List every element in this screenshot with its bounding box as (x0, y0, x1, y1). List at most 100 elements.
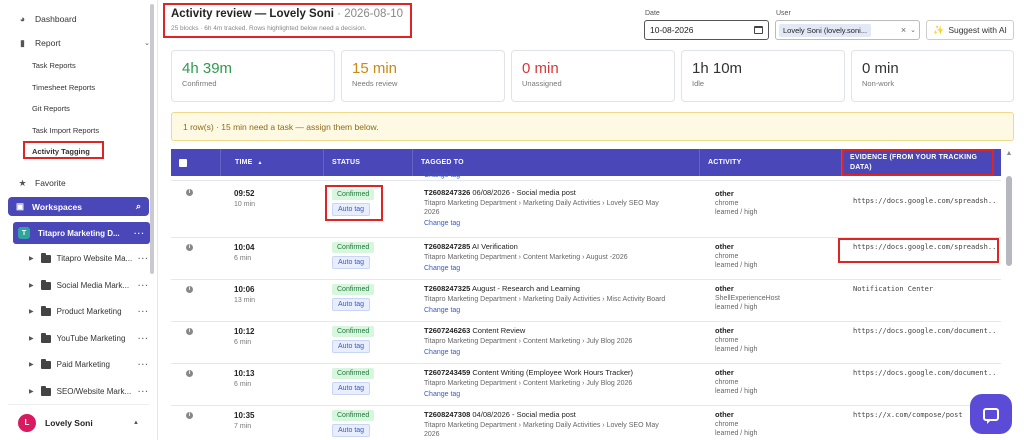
evidence-text: https://docs.google.com/spreadsh... (853, 197, 998, 205)
change-tag-link[interactable]: Change tag (424, 265, 704, 272)
dashboard-icon: ◕ (19, 13, 26, 24)
more-icon[interactable]: ··· (138, 307, 149, 316)
task-title: Content Review (472, 326, 526, 335)
user-chip: Lovely Soni (lovely.soni... (779, 23, 872, 37)
row-time: 10:06 (234, 285, 255, 294)
activity-process: chrome (715, 337, 739, 344)
stat-value: 1h 10m (692, 60, 743, 77)
table-row[interactable]: i 10:13 6 min Confirmed Auto tag T26072434… (171, 364, 1001, 406)
activity-process: chrome (715, 421, 739, 428)
more-icon[interactable]: ··· (138, 254, 149, 263)
row-time: 10:13 (234, 369, 255, 378)
table-row[interactable]: i 10:12 6 min Confirmed Auto tag T26072462… (171, 322, 1001, 364)
workspace-badge: T (18, 227, 30, 239)
folder-item[interactable]: ▶ Titapro Website Ma... ··· (29, 252, 149, 263)
scroll-thumb[interactable] (1006, 176, 1012, 266)
sidebar-item-favorite[interactable]: ★ Favorite (18, 178, 66, 188)
stat-value: 4h 39m (182, 60, 233, 77)
task-id: T2608247326 (424, 188, 471, 197)
folder-item[interactable]: ▶ Social Media Mark... ··· (29, 279, 149, 290)
task-id: T2608247308 (424, 410, 471, 419)
info-icon[interactable]: i (186, 370, 193, 377)
task-id: T2607243459 (424, 368, 471, 377)
auto-tag-badge: Auto tag (332, 298, 371, 311)
header-label: TAGGED TO (421, 159, 464, 166)
date-value: 10-08-2026 (650, 25, 694, 35)
stat-card-unassigned: 0 min Unassigned (511, 50, 675, 102)
stat-card-idle: 1h 10m Idle (681, 50, 845, 102)
stat-card-needs-review: 15 min Needs review (341, 50, 505, 102)
change-tag-link[interactable]: Change tag (424, 307, 704, 314)
change-tag-link[interactable]: Change tag (424, 172, 460, 179)
change-tag-link[interactable]: Change tag (424, 220, 704, 227)
date-field[interactable]: 10-08-2026 (644, 20, 769, 40)
sidebar-item-task-import-reports[interactable]: Task Import Reports (32, 126, 99, 135)
folder-item[interactable]: ▶ Product Marketing ··· (29, 305, 149, 316)
scroll-up-icon[interactable]: ▲ (1005, 150, 1013, 157)
header-time[interactable]: TIME ▲ (221, 149, 324, 176)
folder-item[interactable]: ▶ Paid Marketing ··· (29, 358, 149, 369)
row-duration: 13 min (234, 297, 256, 304)
info-icon[interactable]: i (186, 286, 193, 293)
sidebar-item-dashboard[interactable]: ◕ Dashboard (18, 14, 77, 24)
table-row[interactable]: i 10:06 13 min Confirmed Auto tag T2608247… (171, 280, 1001, 322)
search-icon[interactable]: ⌕ (136, 201, 141, 212)
stat-caption: Unassigned (522, 79, 562, 88)
status-badge: Confirmed (332, 368, 375, 379)
header-activity[interactable]: ACTIVITY (700, 149, 842, 176)
folder-label: SEO/Website Mark... (56, 387, 132, 396)
workspaces-header[interactable]: ▣ Workspaces ⌕ (8, 197, 149, 216)
auto-tag-badge: Auto tag (332, 382, 371, 395)
sort-asc-icon[interactable]: ▲ (258, 160, 263, 166)
header-status[interactable]: STATUS (324, 149, 413, 176)
more-icon[interactable]: ··· (138, 387, 149, 396)
user-menu[interactable]: L Lovely Soni ▲ (8, 404, 149, 440)
activity-process: chrome (715, 253, 739, 260)
row-duration: 6 min (234, 381, 252, 388)
folder-label: Product Marketing (56, 307, 122, 316)
more-icon[interactable]: ··· (138, 334, 149, 343)
user-select[interactable]: Lovely Soni (lovely.soni... × ⌄ (775, 20, 920, 40)
stat-caption: Idle (692, 79, 705, 88)
info-icon[interactable]: i (186, 189, 193, 196)
sidebar-item-timesheet-reports[interactable]: Timesheet Reports (32, 83, 95, 92)
calendar-icon[interactable] (754, 26, 763, 34)
more-icon[interactable]: ··· (138, 360, 149, 369)
change-tag-link[interactable]: Change tag (424, 391, 704, 398)
clear-icon[interactable]: × (901, 25, 906, 35)
header-select-all[interactable] (171, 149, 221, 176)
change-tag-link[interactable]: Change tag (424, 349, 704, 356)
activity-confidence: learned / high (715, 304, 758, 311)
info-icon[interactable]: i (186, 328, 193, 335)
select-all-checkbox[interactable] (179, 158, 187, 167)
sidebar-item-task-reports[interactable]: Task Reports (32, 61, 76, 70)
info-icon[interactable]: i (186, 412, 193, 419)
workspace-selected[interactable]: T Titapro Marketing D... ··· (13, 222, 150, 244)
chat-button[interactable] (970, 394, 1012, 434)
activity-confidence: learned / high (715, 209, 758, 216)
row-time: 10:04 (234, 243, 255, 252)
more-icon[interactable]: ··· (138, 281, 149, 290)
activity-tagging-app: ◕ Dashboard ▮ Report ⌄ Task Reports Time… (0, 0, 1024, 440)
sparkle-icon: ✨ (933, 24, 945, 35)
stat-card-non-work: 0 min Non-work (851, 50, 1014, 102)
activity-process: chrome (715, 379, 739, 386)
folder-item[interactable]: ▶ SEO/Website Mark... ··· (29, 385, 149, 396)
caret-right-icon: ▶ (29, 336, 34, 342)
table-row[interactable]: i 10:35 7 min Confirmed Auto tag T26082473… (171, 406, 1001, 440)
sidebar-item-git-reports[interactable]: Git Reports (32, 104, 70, 113)
folder-icon (40, 279, 51, 290)
task-title: 06/08/2026 - Social media post (472, 188, 576, 197)
highlight-box (325, 185, 383, 221)
info-icon[interactable]: i (186, 244, 193, 251)
folder-item[interactable]: ▶ YouTube Marketing ··· (29, 332, 149, 343)
sidebar-scrollbar[interactable] (150, 4, 154, 274)
caret-right-icon: ▶ (29, 362, 34, 368)
sidebar-item-label: Favorite (35, 178, 66, 188)
user-name: Lovely Soni (45, 417, 93, 428)
suggest-with-ai-button[interactable]: ✨ Suggest with AI (926, 20, 1014, 40)
sidebar-item-report[interactable]: ▮ Report ⌄ (18, 38, 150, 48)
chevron-down-icon[interactable]: ⌄ (910, 26, 916, 34)
more-icon[interactable]: ··· (134, 229, 145, 238)
table-row[interactable]: i 09:52 10 min Confirmed Auto tag T2608247… (171, 181, 1001, 238)
